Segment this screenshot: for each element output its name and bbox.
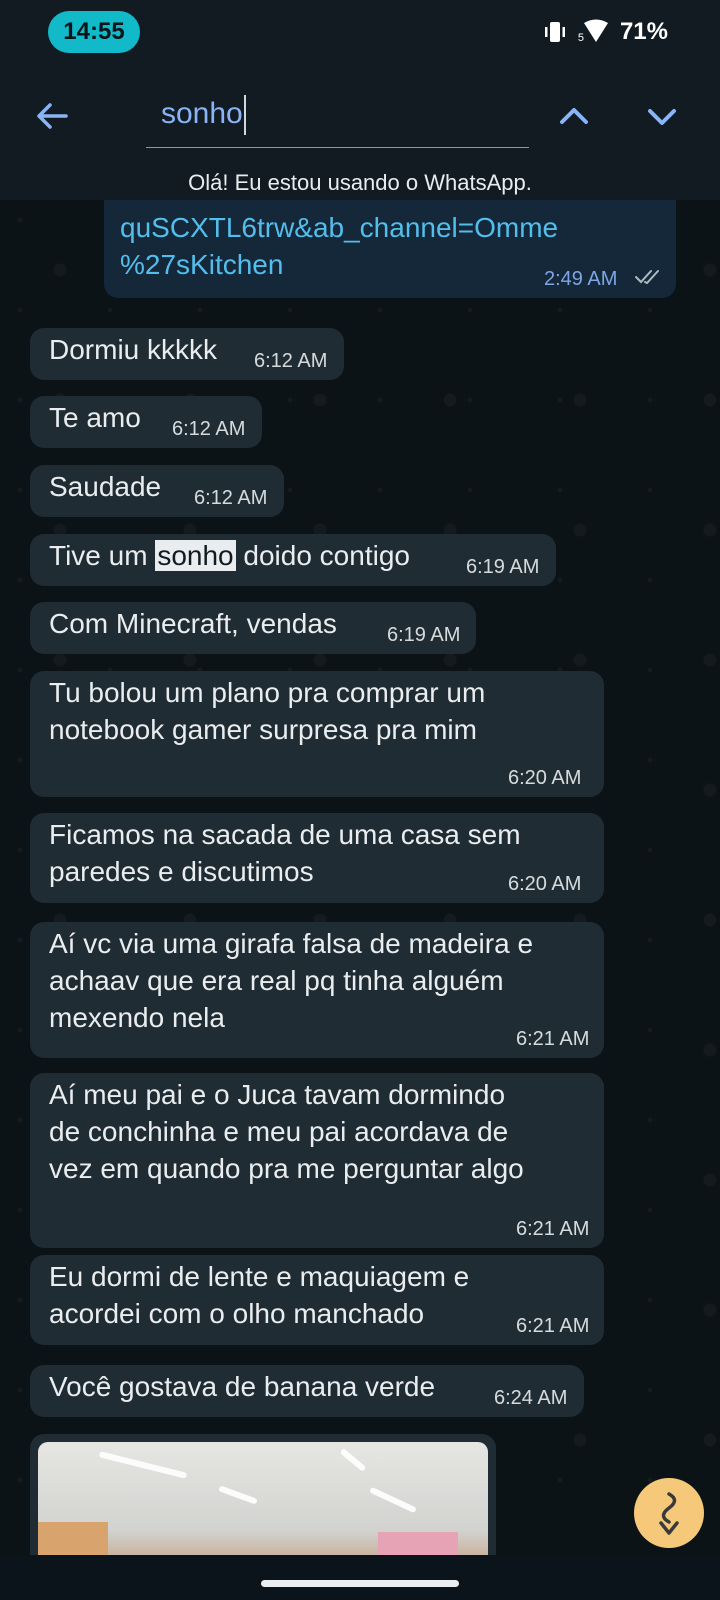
search-query: sonho	[161, 97, 243, 130]
scroll-down-arrow-icon	[659, 1492, 679, 1535]
message-text-before: Tive um	[49, 540, 156, 571]
chevron-down-icon	[648, 109, 676, 125]
ceiling-light	[218, 1485, 258, 1505]
message-text: Tive um sonho doido contigo	[49, 537, 410, 574]
next-result-button[interactable]	[640, 94, 684, 138]
home-gesture-handle[interactable]	[261, 1580, 459, 1587]
message-bubble[interactable]: Ficamos na sacada de uma casa sem parede…	[30, 813, 604, 903]
message-text: Te amo	[49, 402, 141, 433]
vibrate-icon	[544, 22, 565, 42]
ceiling-light	[98, 1451, 188, 1479]
status-icons: 5 71%	[542, 18, 668, 46]
scroll-to-bottom-button[interactable]	[634, 1478, 704, 1548]
contact-status-text: Olá! Eu estou usando o WhatsApp.	[188, 170, 532, 195]
message-bubble[interactable]: Dormiu kkkkk 6:12 AM	[30, 328, 344, 380]
message-time: 6:19 AM	[466, 556, 540, 578]
message-text: Aí meu pai e o Juca tavam dormindo de co…	[49, 1079, 524, 1184]
message-text: Você gostava de banana verde	[49, 1371, 436, 1402]
message-text: Aí vc via uma girafa falsa de madeira e …	[49, 928, 534, 1033]
status-time: 14:55	[48, 11, 140, 53]
status-bar: 14:55 5 71%	[0, 0, 720, 66]
message-text: Ficamos na sacada de uma casa sem parede…	[49, 819, 521, 887]
search-bar: sonho	[0, 80, 720, 160]
chevron-up-icon	[560, 108, 588, 124]
message-bubble[interactable]: Aí vc via uma girafa falsa de madeira e …	[30, 922, 604, 1058]
message-text: Saudade	[49, 471, 162, 502]
message-bubble[interactable]: Com Minecraft, vendas 6:19 AM	[30, 602, 476, 654]
wifi-icon	[583, 19, 608, 42]
message-bubble[interactable]: Saudade 6:12 AM	[30, 465, 284, 517]
system-nav-bar	[0, 1555, 720, 1600]
arrow-left-icon	[37, 103, 68, 129]
message-time: 6:20 AM	[508, 873, 582, 895]
message-time: 6:20 AM	[508, 767, 582, 789]
message-time: 6:21 AM	[516, 1028, 590, 1050]
link-line-1[interactable]: quSCXTL6trw&ab_channel=Omme	[120, 209, 558, 246]
battery-level: 71%	[619, 18, 668, 45]
outgoing-link-message[interactable]: quSCXTL6trw&ab_channel=Omme %27sKitchen …	[104, 200, 676, 298]
top-bar: 14:55 5 71% sonho Olá! Eu estou usando o…	[0, 0, 720, 200]
message-bubble[interactable]: Tu bolou um plano pra comprar um noteboo…	[30, 671, 604, 797]
message-text: Eu dormi de lente e maquiagem e acordei …	[49, 1261, 470, 1329]
double-check-icon	[635, 270, 659, 285]
message-bubble[interactable]: Te amo 6:12 AM	[30, 396, 262, 448]
message-time: 6:21 AM	[516, 1315, 590, 1337]
message-time: 6:12 AM	[172, 418, 246, 440]
message-bubble[interactable]: Tive um sonho doido contigo 6:19 AM	[30, 534, 556, 586]
link-line-2[interactable]: %27sKitchen	[120, 246, 283, 283]
message-time: 2:49 AM	[544, 268, 618, 290]
ceiling-light	[369, 1486, 417, 1514]
message-text: Dormiu kkkkk	[49, 334, 218, 365]
message-time: 6:24 AM	[494, 1387, 568, 1409]
search-input[interactable]: sonho	[146, 80, 529, 148]
previous-result-button[interactable]	[552, 94, 596, 138]
search-highlight: sonho	[155, 540, 236, 571]
message-bubble[interactable]: Eu dormi de lente e maquiagem e acordei …	[30, 1255, 604, 1345]
message-text-after: doido contigo	[235, 540, 410, 571]
message-text: Com Minecraft, vendas	[49, 608, 337, 639]
message-text: Tu bolou um plano pra comprar um noteboo…	[49, 677, 486, 745]
text-caret	[243, 95, 246, 136]
message-bubble[interactable]: Aí meu pai e o Juca tavam dormindo de co…	[30, 1073, 604, 1248]
message-time: 6:12 AM	[254, 350, 328, 372]
message-time: 6:12 AM	[194, 487, 268, 509]
message-bubble[interactable]: Você gostava de banana verde 6:24 AM	[30, 1365, 584, 1417]
back-button[interactable]	[30, 94, 74, 138]
message-time: 6:19 AM	[387, 624, 461, 646]
ceiling-light	[339, 1448, 367, 1472]
message-time: 6:21 AM	[516, 1218, 590, 1240]
